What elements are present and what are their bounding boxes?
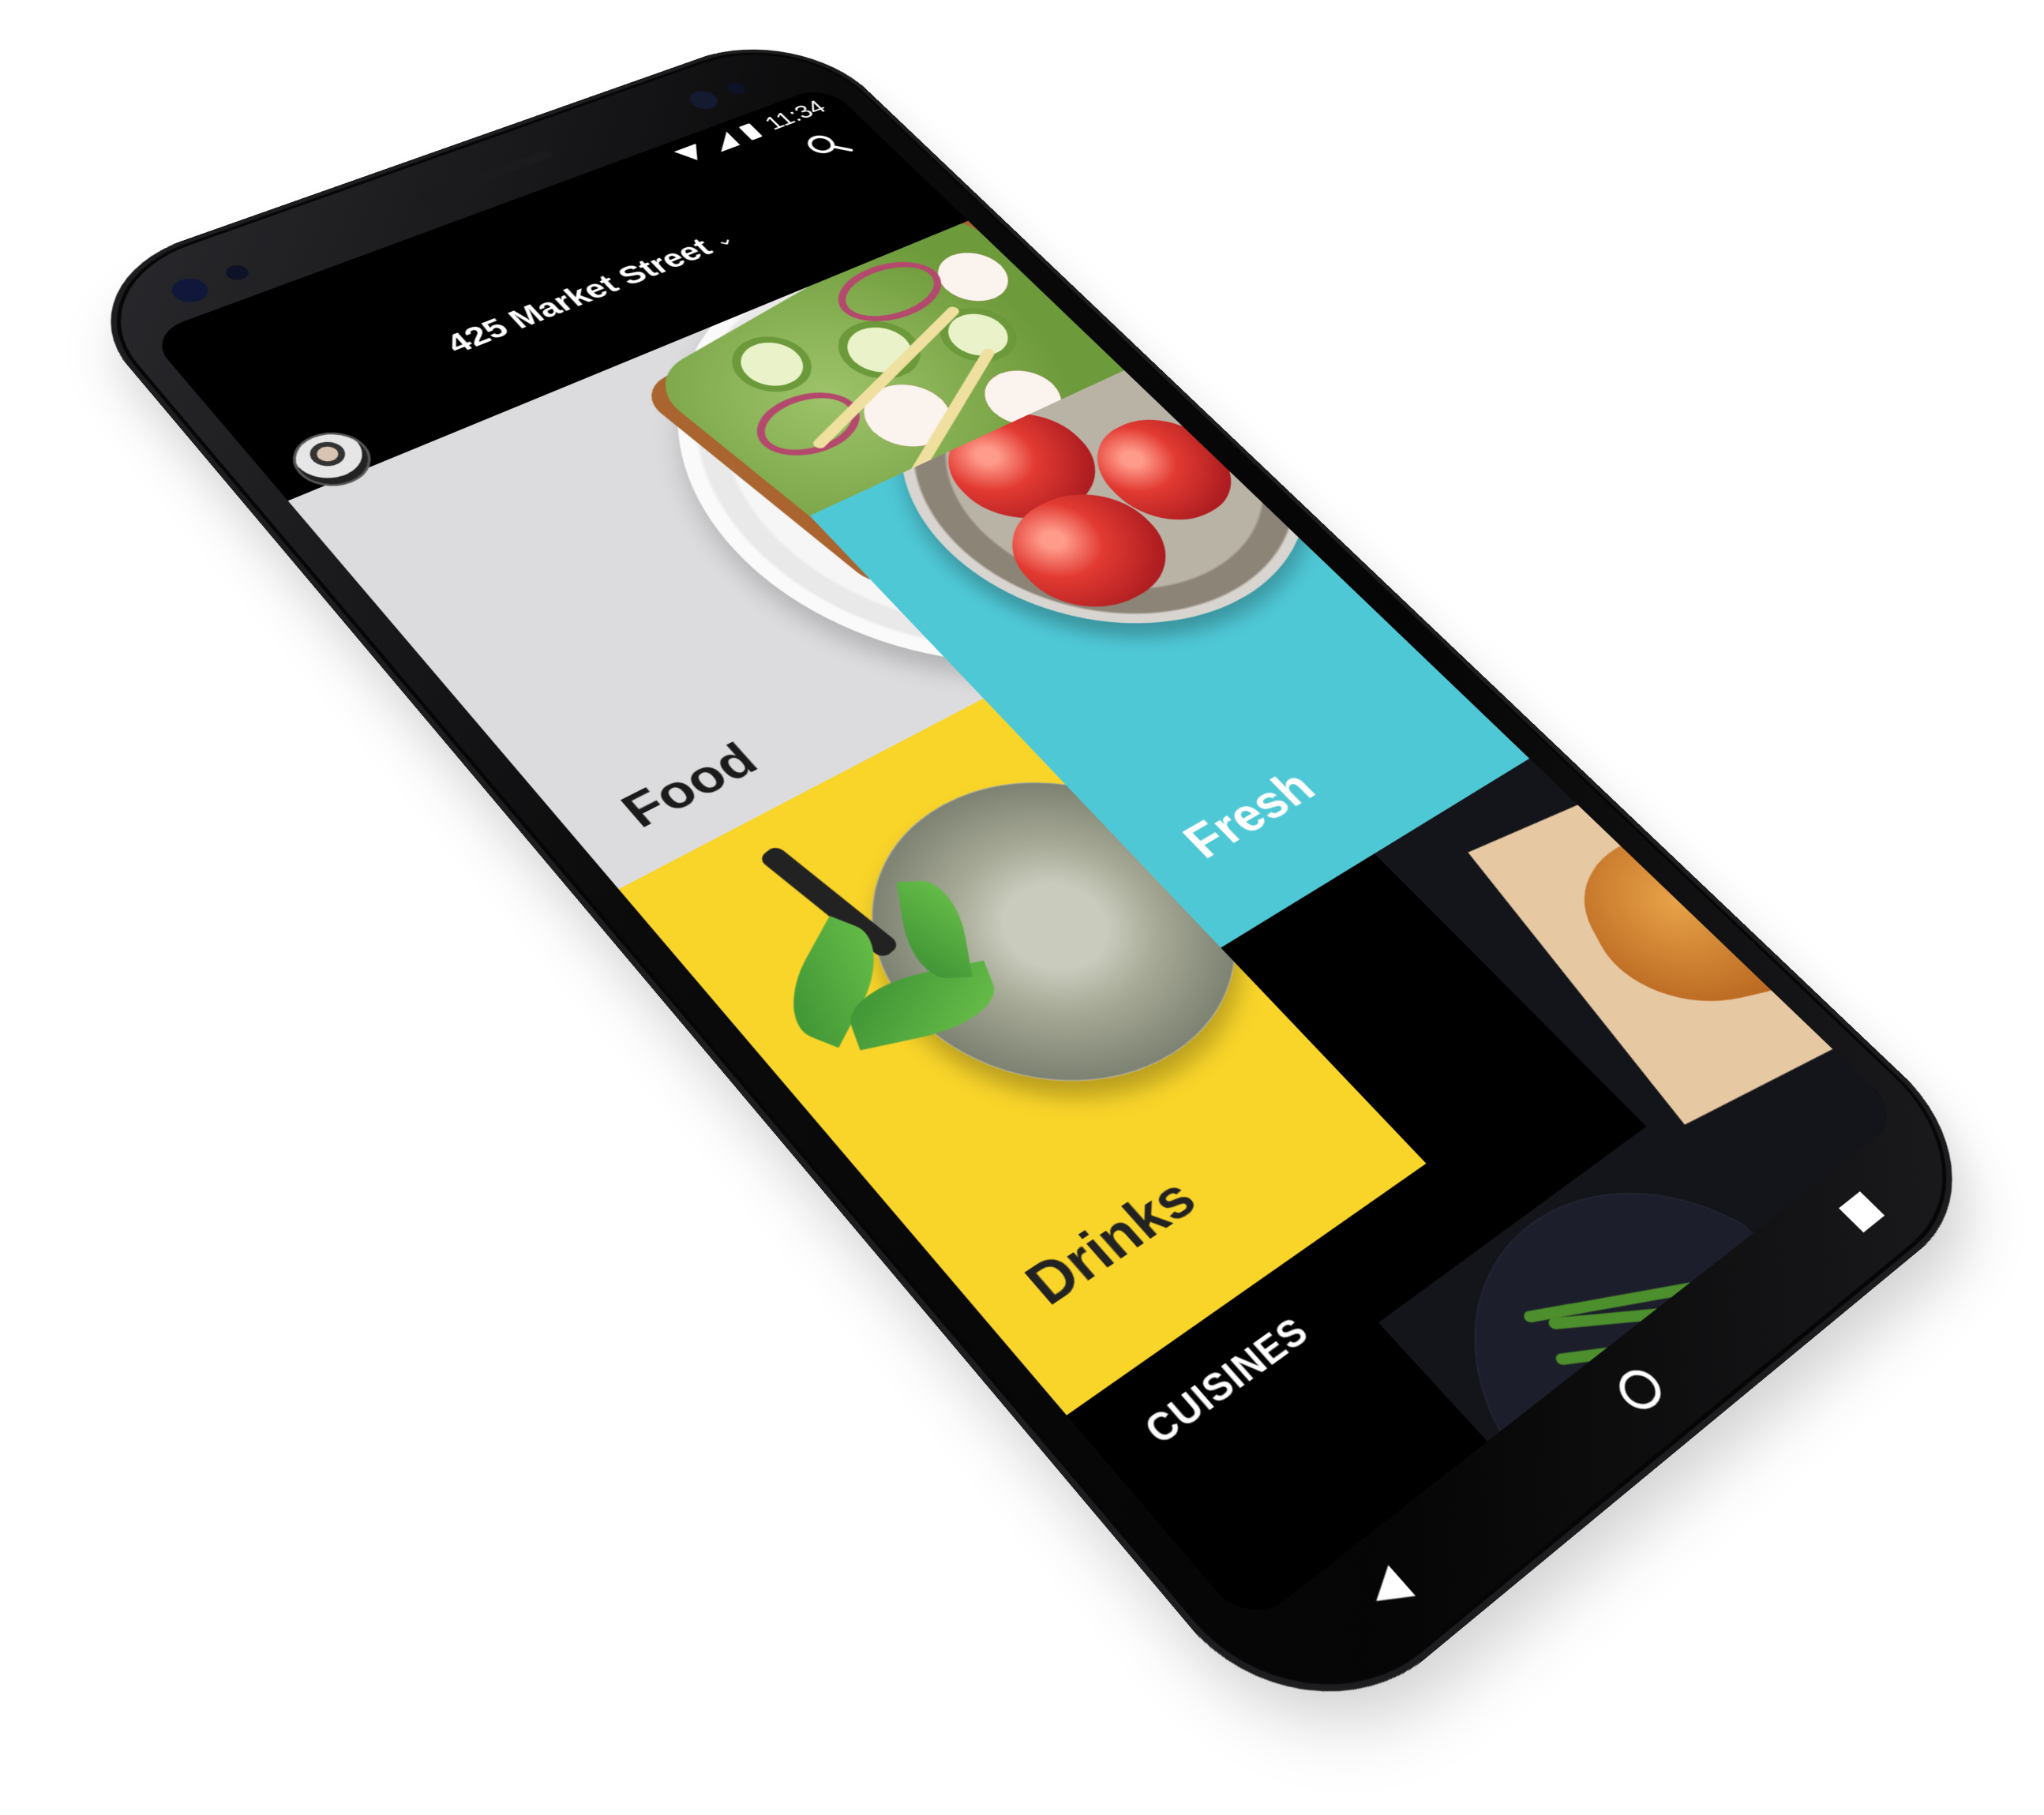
sensor-dot: [221, 262, 253, 283]
category-label-fresh: Fresh: [1171, 759, 1326, 869]
recents-icon[interactable]: [1839, 1191, 1885, 1233]
battery-icon: [738, 122, 763, 141]
chevron-down-icon: ⌄: [707, 228, 739, 251]
front-camera-icon: [165, 274, 215, 307]
back-icon[interactable]: [1362, 1565, 1416, 1617]
signal-icon: [707, 131, 741, 152]
category-label-drinks: Drinks: [1012, 1165, 1209, 1318]
search-icon[interactable]: [796, 126, 857, 165]
sensor-dot: [724, 81, 749, 96]
home-icon[interactable]: [1611, 1363, 1669, 1417]
iris-sensor: [684, 88, 724, 113]
wifi-icon: [674, 143, 709, 164]
stage: 11:34 425 Market Street⌄ Food Fresh Drin…: [0, 0, 2044, 1815]
phone: 11:34 425 Market Street⌄ Food Fresh Drin…: [59, 24, 2009, 1761]
